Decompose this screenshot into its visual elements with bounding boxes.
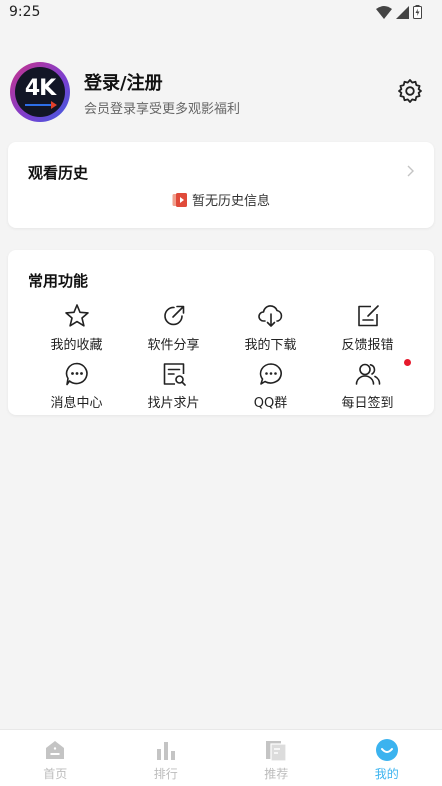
feedback-label: 反馈报错 [341, 338, 394, 353]
star-icon [64, 304, 89, 327]
nav-home-label: 首页 [43, 767, 68, 781]
chevron-right-icon[interactable] [404, 164, 416, 178]
nav-ranking-label: 排行 [153, 767, 178, 781]
history-empty-state: 暂无历史信息 [8, 190, 434, 209]
search-document-icon [163, 363, 186, 386]
nav-recommend[interactable]: 推荐 [221, 730, 332, 786]
functions-grid: 我的收藏 软件分享 我的下载 反馈报错 消息中心 找片求片 QQ群 每日签到 [28, 302, 416, 418]
message-center-button[interactable]: 消息中心 [28, 360, 125, 418]
share-app-label: 软件分享 [147, 338, 200, 353]
gear-icon[interactable] [397, 78, 423, 104]
smile-face-icon [375, 739, 398, 761]
favorites-label: 我的收藏 [50, 338, 103, 353]
status-icons [376, 5, 422, 19]
pages-icon [266, 741, 287, 762]
downloads-label: 我的下载 [244, 338, 297, 353]
nav-home[interactable]: 首页 [0, 730, 111, 786]
feedback-button[interactable]: 反馈报错 [319, 302, 416, 360]
daily-checkin-button[interactable]: 每日签到 [319, 359, 416, 418]
battery-icon [413, 5, 422, 19]
avatar-logo-text: 4K [24, 76, 56, 101]
users-icon [355, 363, 380, 385]
qq-group-button[interactable]: QQ群 [222, 360, 319, 418]
daily-checkin-label: 每日签到 [341, 396, 394, 411]
request-movie-label: 找片求片 [147, 396, 200, 411]
message-icon [65, 362, 88, 386]
edit-note-icon [357, 305, 379, 327]
video-history-icon [172, 192, 187, 207]
profile-header: 4K 登录/注册 会员登录享受更多观影福利 [10, 62, 432, 124]
avatar-logo: 4K [15, 67, 65, 117]
login-subtitle: 会员登录享受更多观影福利 [84, 102, 241, 117]
favorites-button[interactable]: 我的收藏 [28, 302, 125, 360]
watch-history-title: 观看历史 [28, 164, 89, 182]
bottom-navigation: 首页 排行 推荐 我的 [0, 729, 442, 786]
home-icon [46, 741, 65, 759]
watch-history-card[interactable]: 观看历史 暂无历史信息 [8, 142, 434, 228]
status-bar: 9:25 [0, 0, 442, 26]
share-icon [163, 305, 184, 326]
avatar[interactable]: 4K [10, 62, 70, 122]
nav-mine[interactable]: 我的 [332, 730, 442, 786]
nav-mine-label: 我的 [374, 767, 399, 781]
share-app-button[interactable]: 软件分享 [125, 302, 222, 360]
signal-icon [396, 5, 409, 19]
bar-chart-icon [156, 742, 175, 760]
login-register-link[interactable]: 登录/注册 [84, 69, 163, 95]
wifi-icon [376, 5, 392, 19]
cloud-download-icon [257, 305, 282, 327]
common-functions-title: 常用功能 [28, 272, 89, 290]
nav-ranking[interactable]: 排行 [111, 730, 222, 786]
history-empty-text: 暂无历史信息 [191, 194, 270, 209]
downloads-button[interactable]: 我的下载 [222, 302, 319, 360]
nav-recommend-label: 推荐 [264, 767, 289, 781]
notification-dot [404, 359, 411, 366]
qq-group-label: QQ群 [253, 396, 288, 411]
request-movie-button[interactable]: 找片求片 [125, 360, 222, 418]
common-functions-card: 常用功能 我的收藏 软件分享 我的下载 反馈报错 消息中心 找片求片 QQ群 每… [8, 250, 434, 415]
status-time: 9:25 [9, 4, 41, 20]
chat-bubbles-icon [259, 363, 282, 385]
play-icon [51, 101, 57, 109]
message-center-label: 消息中心 [50, 396, 103, 411]
